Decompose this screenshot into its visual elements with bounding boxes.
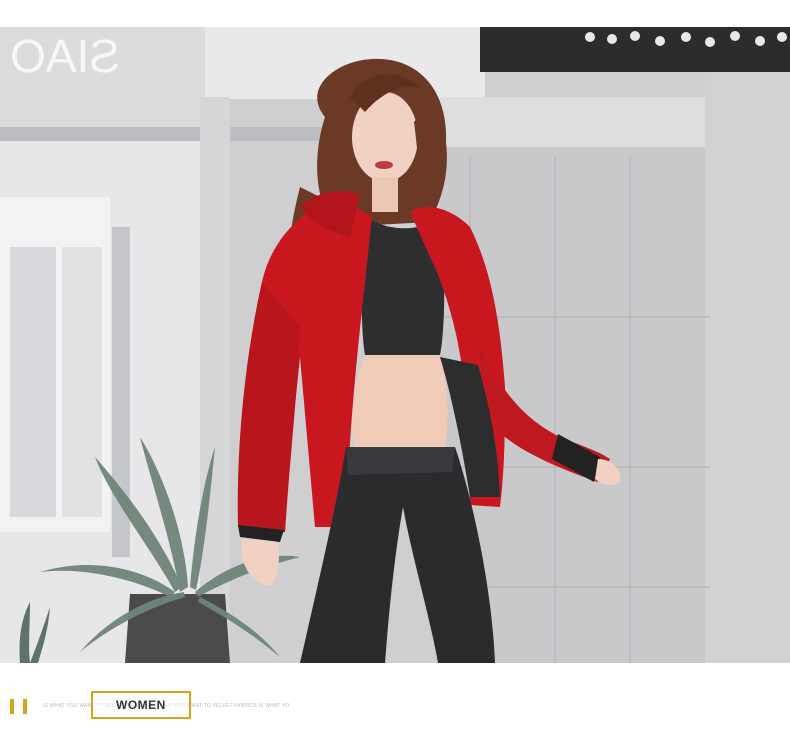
category-badge: WOMEN	[116, 698, 166, 712]
accent-bars-icon	[10, 699, 30, 714]
product-photo: SIAO	[0, 27, 790, 663]
storefront-sign: SIAO	[10, 30, 120, 82]
